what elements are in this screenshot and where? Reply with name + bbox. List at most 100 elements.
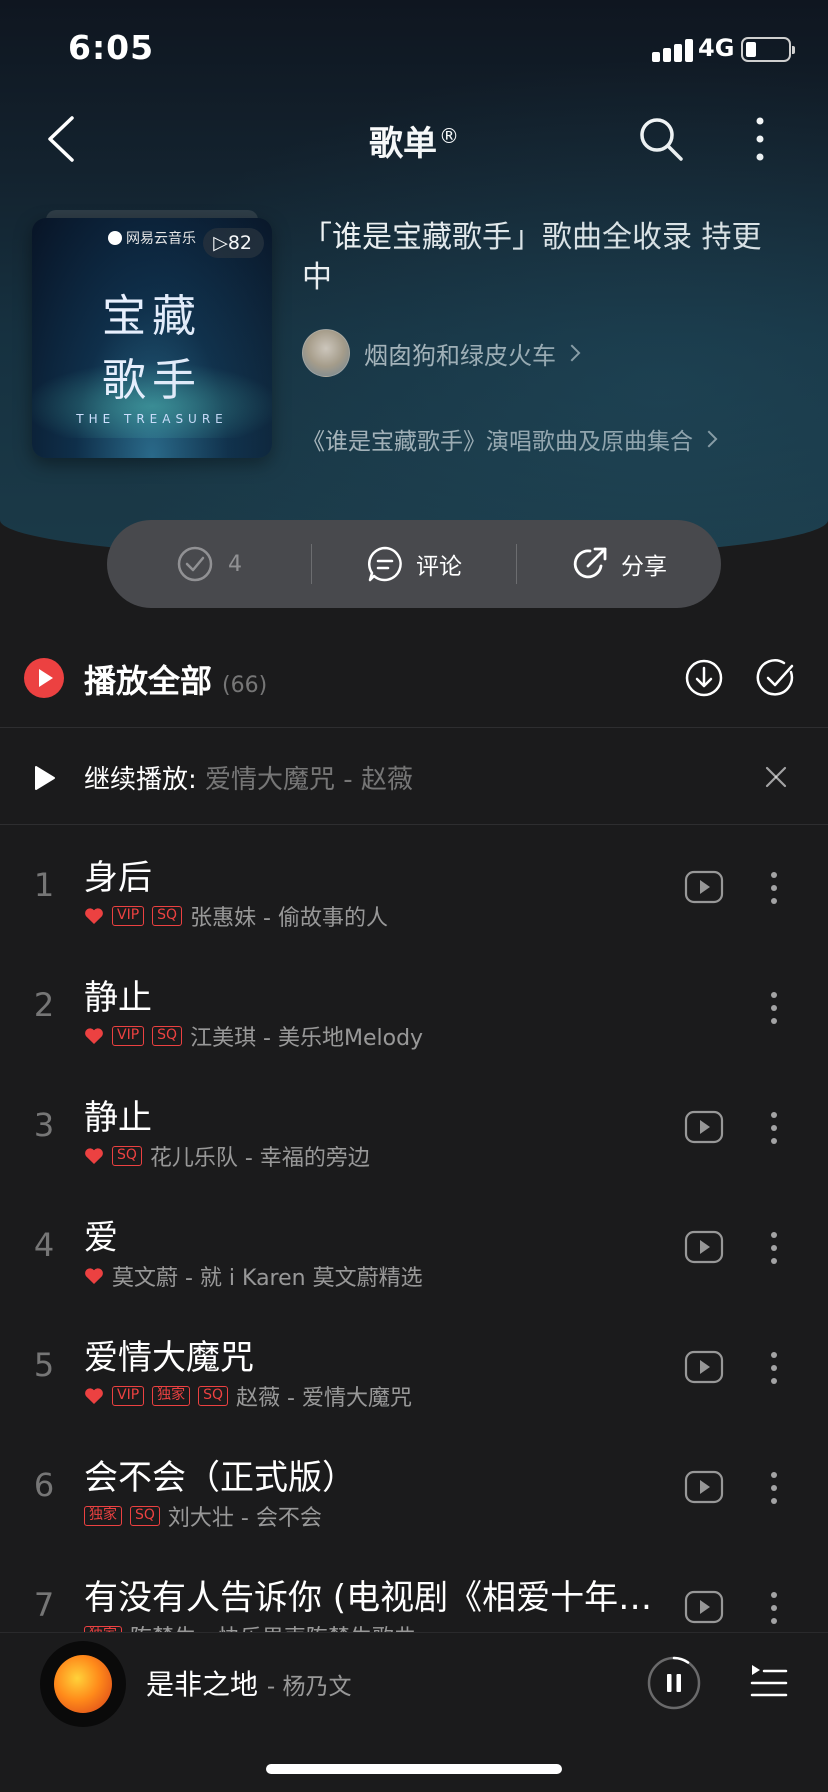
song-artist-album: 张惠妹 - 偷故事的人 (190, 906, 388, 931)
continue-playing-text[interactable]: 继续播放: 爱情大魔咒 - 赵薇 (84, 759, 413, 796)
continue-song: 爱情大魔咒 - 赵薇 (205, 765, 413, 795)
continue-playing-row[interactable]: 继续播放: 爱情大魔咒 - 赵薇 (0, 729, 828, 825)
song-row[interactable]: 5 爱情大魔咒 VIP 独家 SQ 赵薇 - 爱情大魔咒 (0, 1308, 828, 1428)
song-artist-album: 莫文蔚 - 就 i Karen 莫文蔚精选 (112, 1266, 423, 1291)
quality-tag: 独家 (84, 1506, 122, 1526)
comment-button[interactable]: 评论 (312, 520, 516, 608)
song-title: 身后 (84, 858, 152, 898)
status-time: 6:05 (68, 28, 155, 67)
back-icon[interactable] (42, 114, 82, 164)
avatar[interactable] (302, 329, 350, 377)
quality-tag: SQ (198, 1386, 229, 1406)
download-icon[interactable] (684, 658, 724, 698)
song-more-icon[interactable] (764, 1110, 784, 1146)
play-all-icon[interactable] (24, 658, 64, 698)
quality-tag: SQ (112, 1146, 142, 1166)
playlist-description[interactable]: 《谁是宝藏歌手》演唱歌曲及原曲集合 (302, 422, 718, 456)
mv-video-icon[interactable] (684, 1110, 724, 1144)
search-icon[interactable] (636, 114, 686, 164)
song-artist-album: 赵薇 - 爱情大魔咒 (236, 1386, 412, 1411)
song-row[interactable]: 4 爱莫文蔚 - 就 i Karen 莫文蔚精选 (0, 1188, 828, 1308)
now-playing-info[interactable]: 是非之地 - 杨乃文 (146, 1663, 352, 1703)
multi-select-icon[interactable] (756, 658, 796, 698)
registered-mark: ® (439, 123, 459, 148)
song-index: 4 (33, 1226, 55, 1264)
play-count-badge: ▷82 (203, 228, 264, 258)
mv-video-icon[interactable] (684, 1350, 724, 1384)
mv-video-icon[interactable] (684, 870, 724, 904)
creator-link[interactable]: 烟囱狗和绿皮火车 (302, 328, 581, 378)
song-index: 5 (33, 1346, 55, 1384)
playlist-title: 「谁是宝藏歌手」歌曲全收录 持更中 (302, 220, 762, 295)
song-more-icon[interactable] (764, 870, 784, 906)
song-meta: VIP SQ 张惠妹 - 偷故事的人 (84, 900, 388, 932)
share-icon (573, 547, 607, 579)
song-meta: 独家 SQ 刘大壮 - 会不会 (84, 1500, 322, 1532)
song-row[interactable]: 6 会不会（正式版） 独家 SQ 刘大壮 - 会不会 (0, 1428, 828, 1548)
song-artist-album: 花儿乐队 - 幸福的旁边 (149, 1146, 370, 1171)
description-text[interactable]: 《谁是宝藏歌手》演唱歌曲及原曲集合 (302, 422, 693, 456)
song-more-icon[interactable] (764, 1470, 784, 1506)
now-playing-disc[interactable] (40, 1641, 126, 1727)
playlist-header-background: 6:05 4G 歌单 ® 网易云音乐 ▷82 宝藏 歌手 THE TREASUR… (0, 0, 828, 560)
quality-tag: VIP (112, 1386, 145, 1406)
song-more-icon[interactable] (764, 990, 784, 1026)
status-bar: 6:05 4G (0, 0, 828, 100)
collect-count: 4 (228, 551, 242, 577)
song-row[interactable]: 2 静止 VIP SQ 江美琪 - 美乐地Melody (0, 948, 828, 1068)
now-playing-album-art (54, 1655, 112, 1713)
playlist-cover[interactable]: 网易云音乐 ▷82 宝藏 歌手 THE TREASURE (32, 218, 272, 458)
top-nav: 歌单 ® (0, 100, 828, 180)
song-index: 3 (33, 1106, 55, 1144)
song-row[interactable]: 7 有没有人告诉你 (电视剧《相爱十年》插曲) 独家陈楚生 - 快乐男声陈楚生歌曲 (0, 1548, 828, 1632)
song-index: 7 (33, 1586, 55, 1624)
cover-title-line2: 歌手 (102, 355, 202, 406)
cover-stack-decoration (46, 210, 258, 224)
song-artist-album: 刘大壮 - 会不会 (167, 1506, 322, 1531)
song-more-icon[interactable] (764, 1230, 784, 1266)
song-index: 1 (33, 866, 55, 904)
page-title: 歌单 ® (0, 116, 828, 165)
song-more-icon[interactable] (764, 1350, 784, 1386)
song-title: 会不会（正式版） (84, 1458, 356, 1498)
playlist-queue-icon[interactable] (748, 1661, 790, 1703)
collect-button[interactable]: 4 (107, 520, 311, 608)
song-meta: VIP SQ 江美琪 - 美乐地Melody (84, 1020, 423, 1052)
home-indicator[interactable] (266, 1764, 562, 1774)
song-title: 有没有人告诉你 (电视剧《相爱十年》插曲) (84, 1578, 654, 1618)
song-meta: SQ 花儿乐队 - 幸福的旁边 (84, 1140, 370, 1172)
mv-video-icon[interactable] (684, 1230, 724, 1264)
song-title: 爱 (84, 1218, 118, 1258)
song-row[interactable]: 3 静止 SQ 花儿乐队 - 幸福的旁边 (0, 1068, 828, 1188)
liked-heart-icon (85, 1268, 103, 1284)
cover-aurora (32, 358, 272, 438)
quality-tag: VIP (112, 1026, 145, 1046)
play-count: 82 (227, 232, 252, 254)
mv-video-icon[interactable] (684, 1590, 724, 1624)
song-more-icon[interactable] (764, 1590, 784, 1626)
cover-logo-text: 网易云音乐 (126, 231, 196, 247)
share-button[interactable]: 分享 (517, 520, 721, 608)
more-vertical-icon[interactable] (740, 114, 780, 164)
liked-heart-icon (85, 1148, 103, 1164)
song-list: 1 身后 VIP SQ 张惠妹 - 偷故事的人 2 静止 VIP SQ 江美琪 - 美乐地Melo… (0, 828, 828, 1632)
song-row[interactable]: 1 身后 VIP SQ 张惠妹 - 偷故事的人 (0, 828, 828, 948)
quality-tag: SQ (152, 1026, 183, 1046)
close-icon[interactable] (764, 765, 788, 789)
song-meta: 独家陈楚生 - 快乐男声陈楚生歌曲 (84, 1620, 416, 1632)
creator-name[interactable]: 烟囱狗和绿皮火车 (364, 336, 556, 371)
now-playing-artist: - 杨乃文 (266, 1674, 352, 1700)
song-artist-album: 陈楚生 - 快乐男声陈楚生歌曲 (130, 1620, 416, 1632)
cover-logo: 网易云音乐 (108, 228, 196, 248)
netease-logo-icon (108, 231, 122, 245)
quality-tag: VIP (112, 906, 145, 926)
pause-icon[interactable] (646, 1655, 702, 1711)
play-all-label[interactable]: 播放全部 (84, 662, 212, 700)
play-icon[interactable] (34, 765, 56, 791)
quality-tag: SQ (130, 1506, 160, 1526)
comment-icon (367, 546, 402, 582)
cover-subtitle: THE TREASURE (76, 412, 228, 426)
mv-video-icon[interactable] (684, 1470, 724, 1504)
play-all-button[interactable]: 播放全部 (66) (84, 656, 267, 702)
share-label: 分享 (621, 554, 667, 580)
